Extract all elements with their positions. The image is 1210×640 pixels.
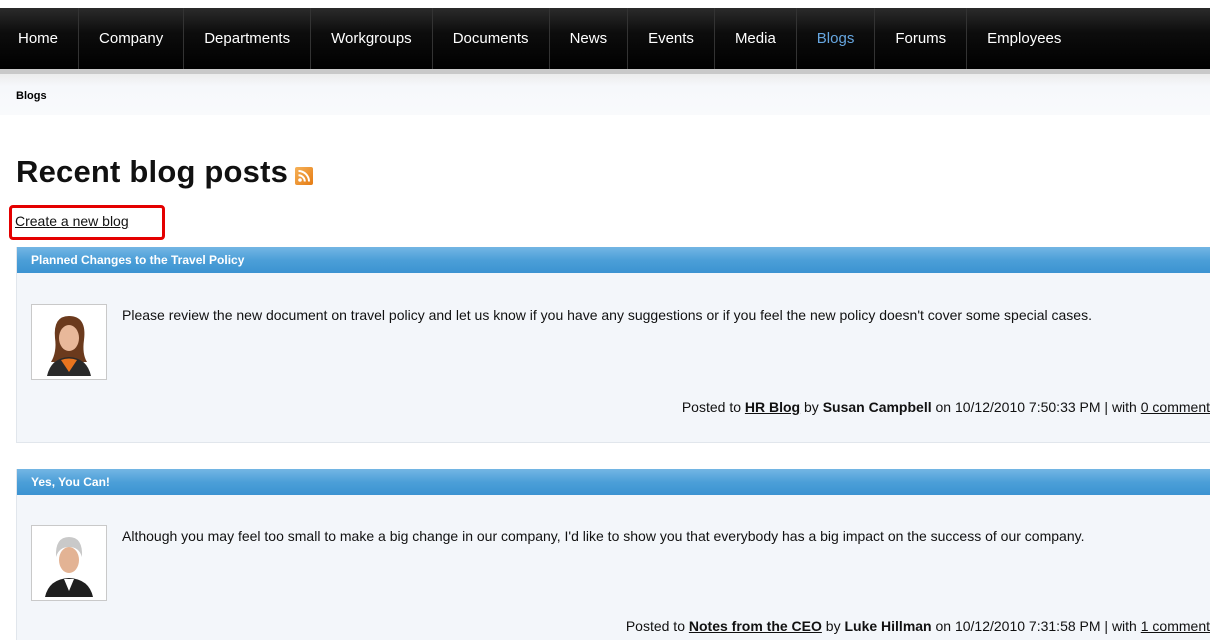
blog-post: Planned Changes to the Travel Policy Ple… bbox=[16, 247, 1210, 443]
top-navigation: Home Company Departments Workgroups Docu… bbox=[0, 8, 1210, 69]
nav-item-events[interactable]: Events bbox=[628, 8, 715, 69]
post-meta: Posted to Notes from the CEO by Luke Hil… bbox=[626, 618, 1210, 634]
post-body: Although you may feel too small to make … bbox=[122, 528, 1085, 544]
nav-item-workgroups[interactable]: Workgroups bbox=[311, 8, 433, 69]
post-date: 10/12/2010 7:50:33 PM bbox=[954, 399, 1101, 415]
by-label: by bbox=[804, 399, 819, 415]
page-heading: Recent blog posts bbox=[16, 152, 314, 192]
breadcrumb-current: Blogs bbox=[16, 90, 47, 102]
page-title: Recent blog posts bbox=[16, 154, 289, 189]
blog-post: Yes, You Can! Although you may feel too … bbox=[16, 469, 1210, 640]
nav-item-blogs[interactable]: Blogs bbox=[797, 8, 876, 69]
on-label: on bbox=[935, 399, 952, 415]
with-label: | with bbox=[1104, 618, 1137, 634]
nav-item-departments[interactable]: Departments bbox=[184, 8, 312, 69]
page: Home Company Departments Workgroups Docu… bbox=[0, 0, 1210, 640]
author-name: Luke Hillman bbox=[844, 618, 932, 634]
nav-item-documents[interactable]: Documents bbox=[433, 8, 550, 69]
post-date: 10/12/2010 7:31:58 PM bbox=[954, 618, 1101, 634]
post-title[interactable]: Yes, You Can! bbox=[17, 469, 1210, 495]
comments-link[interactable]: 0 comment bbox=[1141, 399, 1210, 415]
create-new-blog-link[interactable]: Create a new blog bbox=[15, 213, 129, 229]
post-body: Please review the new document on travel… bbox=[122, 307, 1092, 323]
rss-feed-icon[interactable] bbox=[295, 167, 314, 185]
nav-item-employees[interactable]: Employees bbox=[967, 8, 1081, 69]
author-avatar[interactable] bbox=[31, 525, 107, 601]
nav-item-media[interactable]: Media bbox=[715, 8, 797, 69]
nav-item-forums[interactable]: Forums bbox=[875, 8, 968, 69]
nav-item-home[interactable]: Home bbox=[0, 8, 80, 69]
with-label: | with bbox=[1104, 399, 1137, 415]
comments-link[interactable]: 1 comment bbox=[1141, 618, 1210, 634]
nav-item-news[interactable]: News bbox=[550, 8, 629, 69]
posted-to-label: Posted to bbox=[625, 618, 685, 634]
on-label: on bbox=[935, 618, 952, 634]
author-name: Susan Campbell bbox=[822, 399, 932, 415]
author-avatar[interactable] bbox=[31, 304, 107, 380]
posted-to-label: Posted to bbox=[681, 399, 741, 415]
blog-link[interactable]: Notes from the CEO bbox=[689, 618, 822, 634]
breadcrumb: Blogs bbox=[0, 69, 1210, 115]
blog-link[interactable]: HR Blog bbox=[745, 399, 800, 415]
post-title[interactable]: Planned Changes to the Travel Policy bbox=[17, 247, 1210, 273]
by-label: by bbox=[825, 618, 841, 634]
nav-item-company[interactable]: Company bbox=[79, 8, 185, 69]
post-meta: Posted to HR Blog by Susan Campbell on 1… bbox=[682, 399, 1210, 415]
